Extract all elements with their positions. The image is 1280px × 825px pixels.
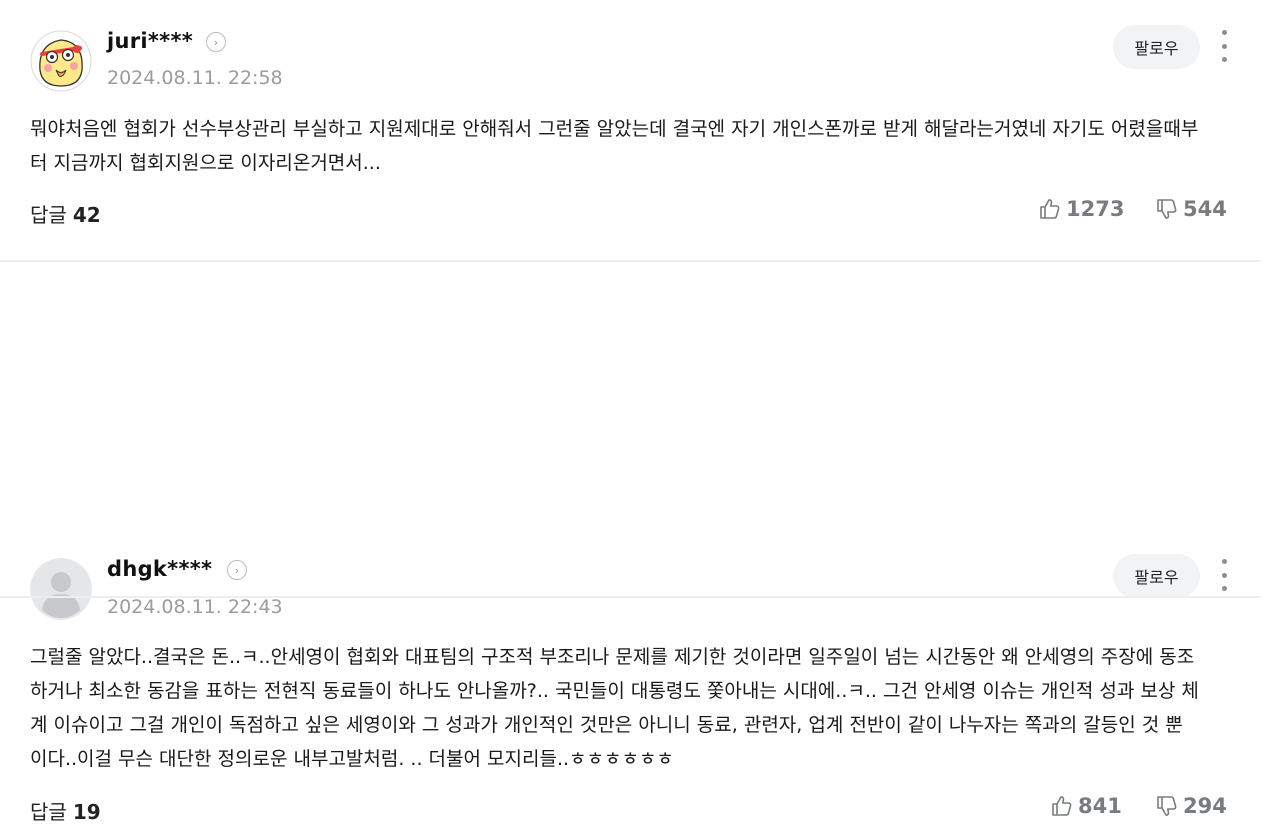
chevron-right-icon[interactable]: ›: [227, 560, 247, 580]
reply-label: 답글: [30, 800, 67, 824]
follow-button[interactable]: 팔로우: [1113, 554, 1200, 598]
default-avatar-icon: [30, 558, 92, 620]
comment-timestamp: 2024.08.11. 22:58: [107, 67, 283, 89]
thumbs-down-icon: [1157, 796, 1177, 816]
like-count: 841: [1078, 794, 1122, 818]
thumbs-up-icon: [1052, 796, 1072, 816]
reply-count: 19: [72, 800, 101, 824]
like-count: 1273: [1066, 197, 1125, 221]
username[interactable]: juri****: [107, 29, 193, 53]
reply-button[interactable]: 답글 42: [30, 199, 101, 228]
dislike-button[interactable]: 544: [1155, 197, 1227, 221]
username[interactable]: dhgk****: [107, 557, 212, 581]
reply-label: 답글: [30, 203, 67, 227]
comment-text: 뭐야처음엔 협회가 선수부상관리 부실하고 지원제대로 안해줘서 그런줄 알았는…: [30, 118, 1199, 174]
like-button[interactable]: 841: [1050, 794, 1122, 818]
reply-button[interactable]: 답글 19: [30, 796, 101, 825]
more-vertical-icon[interactable]: [1213, 557, 1235, 593]
comment-text: 그럴줄 알았다..결국은 돈..ㅋ..안세영이 협회와 대표팀의 구조적 부조리…: [30, 646, 1199, 770]
dislike-count: 544: [1183, 197, 1227, 221]
dislike-count: 294: [1183, 794, 1227, 818]
dislike-button[interactable]: 294: [1155, 794, 1227, 818]
avatar[interactable]: [30, 558, 92, 620]
comment-timestamp: 2024.08.11. 22:43: [107, 596, 283, 618]
divider: [0, 596, 1260, 598]
follow-button[interactable]: 팔로우: [1113, 25, 1200, 69]
reply-count: 42: [72, 203, 101, 227]
chevron-right-icon[interactable]: ›: [206, 32, 226, 52]
avatar[interactable]: [30, 30, 92, 92]
character-avatar-icon: [30, 30, 92, 92]
thumbs-up-icon: [1040, 199, 1060, 219]
comment-item: dhgk**** › 2024.08.11. 22:43 팔로우 그럴줄 알았다…: [0, 262, 1260, 824]
comment-item: juri**** › 2024.08.11. 22:58 팔로우 뭐야처음엔 협…: [0, 0, 1260, 260]
more-vertical-icon[interactable]: [1213, 28, 1235, 64]
thumbs-down-icon: [1157, 199, 1177, 219]
like-button[interactable]: 1273: [1038, 197, 1124, 221]
